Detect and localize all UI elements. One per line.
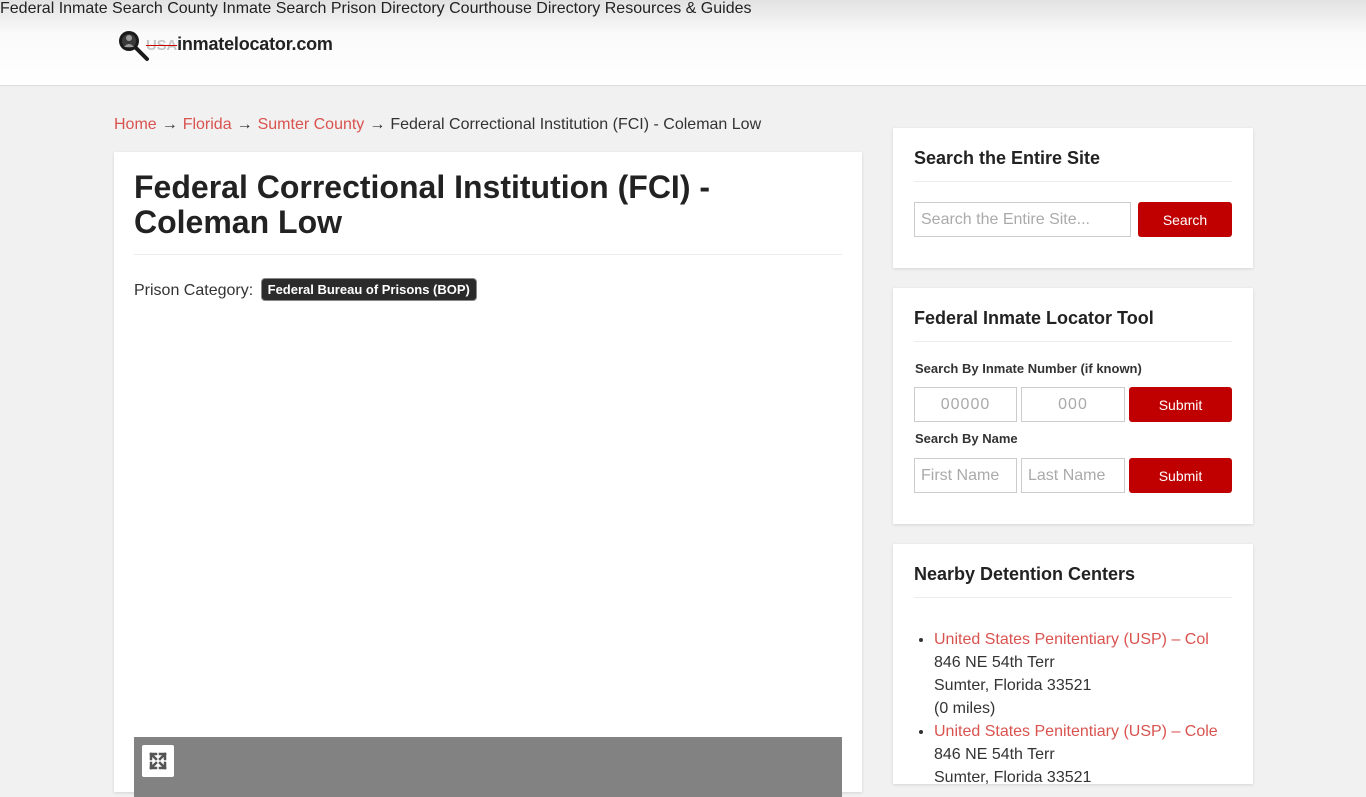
site-header: USAinmatelocator.com Federal Inmate Sear… [0, 0, 1366, 86]
list-item: United States Penitentiary (USP) – Col 8… [934, 628, 1234, 720]
breadcrumb-separator: → [369, 116, 386, 133]
nearby-link[interactable]: United States Penitentiary (USP) – Col [934, 631, 1209, 648]
first-name-field[interactable] [914, 458, 1017, 493]
locator-title: Federal Inmate Locator Tool [914, 308, 1154, 328]
inmate-number-field-2[interactable] [1021, 387, 1125, 422]
site-search-widget: Search the Entire Site Search [893, 128, 1253, 268]
nearby-city: Sumter, Florida 33521 [934, 677, 1092, 694]
nearby-list: United States Penitentiary (USP) – Col 8… [934, 628, 1234, 789]
page-title: Federal Correctional Institution (FCI) -… [134, 169, 711, 240]
breadcrumb: Home → Florida → Sumter County → Federal Corre… [114, 116, 761, 134]
logo-usa: USA [146, 37, 178, 54]
last-name-field[interactable] [1021, 458, 1125, 493]
logo-domain: inmatelocator.com [177, 34, 333, 54]
number-submit-button[interactable]: Submit [1129, 387, 1232, 422]
nearby-title: Nearby Detention Centers [914, 564, 1136, 584]
nav-county-inmate-search[interactable]: County Inmate Search [167, 0, 326, 17]
site-logo[interactable]: USAinmatelocator.com [116, 28, 346, 64]
breadcrumb-current: Federal Correctional Institution (FCI) -… [390, 116, 762, 133]
nav-federal-inmate-search[interactable]: Federal Inmate Search [0, 0, 163, 17]
facility-card: Federal Correctional Institution (FCI) -… [114, 152, 862, 797]
breadcrumb-sumter-county[interactable]: Sumter County [258, 116, 365, 133]
breadcrumb-separator: → [236, 116, 253, 133]
nearby-city: Sumter, Florida 33521 [934, 769, 1092, 786]
fullscreen-button[interactable] [142, 745, 174, 777]
nav-courthouse-directory[interactable]: Courthouse Directory [449, 0, 600, 17]
category-label: Prison Category: [134, 282, 254, 299]
nearby-street: 846 NE 54th Terr [934, 654, 1055, 671]
expand-icon [149, 752, 167, 770]
list-item: United States Penitentiary (USP) – Cole … [934, 720, 1234, 789]
prison-category: Prison Category: Federal Bureau of Priso… [134, 278, 477, 301]
nearby-distance: (0 miles) [934, 700, 996, 717]
search-by-name-label: Search By Name [915, 431, 1018, 446]
nav-resources-guides[interactable]: Resources & Guides [605, 0, 752, 17]
map[interactable] [134, 737, 842, 797]
main-nav: Federal Inmate Search County Inmate Sear… [0, 0, 1366, 18]
logo-text: USAinmatelocator.com [146, 34, 333, 55]
nav-prison-directory[interactable]: Prison Directory [331, 0, 445, 17]
breadcrumb-home[interactable]: Home [114, 116, 157, 133]
site-search-button[interactable]: Search [1138, 202, 1232, 237]
site-search-input[interactable] [914, 202, 1131, 237]
widget-divider [914, 181, 1232, 182]
name-submit-button[interactable]: Submit [1129, 458, 1232, 493]
title-divider [134, 254, 842, 255]
site-search-title: Search the Entire Site [914, 148, 1101, 168]
widget-divider [914, 341, 1232, 342]
inmate-locator-widget: Federal Inmate Locator Tool Search By In… [893, 288, 1253, 524]
breadcrumb-florida[interactable]: Florida [183, 116, 232, 133]
nearby-street: 846 NE 54th Terr [934, 746, 1055, 763]
inmate-number-label: Search By Inmate Number (if known) [915, 361, 1142, 376]
breadcrumb-separator: → [161, 116, 178, 133]
widget-divider [914, 597, 1232, 598]
category-badge[interactable]: Federal Bureau of Prisons (BOP) [260, 278, 477, 301]
nearby-centers-widget: Nearby Detention Centers United States P… [893, 544, 1253, 786]
inmate-number-field-1[interactable] [914, 387, 1017, 422]
nearby-link[interactable]: United States Penitentiary (USP) – Cole [934, 723, 1218, 740]
